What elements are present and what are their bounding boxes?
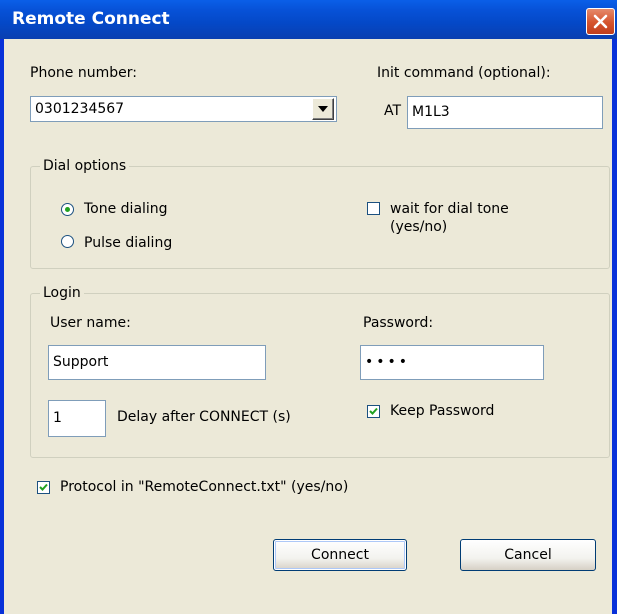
phone-number-value: 0301234567 [35, 101, 125, 117]
close-button[interactable] [586, 8, 615, 35]
phone-number-dropdown-button[interactable] [312, 98, 334, 120]
delay-value: 1 [53, 410, 62, 426]
connect-button[interactable]: Connect [273, 539, 407, 571]
pulse-dialing-label[interactable]: Pulse dialing [84, 235, 172, 251]
phone-number-label: Phone number: [30, 65, 137, 81]
password-value: •••• [365, 354, 411, 370]
user-name-input[interactable]: Support [48, 345, 266, 380]
radio-selected-dot [65, 207, 70, 212]
password-input[interactable]: •••• [360, 345, 544, 380]
init-command-prefix: AT [384, 103, 402, 119]
wait-dial-tone-label[interactable]: wait for dial tone [390, 201, 509, 217]
remote-connect-dialog: Remote Connect Phone number: 0301234567 … [0, 0, 617, 614]
cancel-button-label: Cancel [504, 547, 552, 563]
cancel-button[interactable]: Cancel [460, 539, 596, 571]
close-icon [593, 14, 608, 29]
tone-dialing-radio[interactable] [61, 203, 74, 216]
keep-password-checkbox[interactable] [367, 405, 380, 418]
keep-password-label[interactable]: Keep Password [390, 403, 494, 419]
init-command-value: M1L3 [412, 104, 450, 120]
window-frame-right [612, 39, 617, 614]
checkmark-icon [369, 407, 378, 415]
delay-label: Delay after CONNECT (s) [117, 409, 291, 425]
password-label: Password: [363, 315, 434, 331]
connect-button-label: Connect [311, 547, 369, 563]
protocol-checkbox[interactable] [37, 481, 50, 494]
tone-dialing-label[interactable]: Tone dialing [84, 201, 168, 217]
user-name-value: Support [53, 354, 109, 370]
init-command-input[interactable]: M1L3 [407, 96, 603, 129]
dial-options-group [30, 166, 610, 269]
dial-options-title: Dial options [40, 158, 130, 174]
window-title: Remote Connect [12, 9, 170, 29]
dialog-client-area: Phone number: 0301234567 Init command (o… [4, 39, 612, 614]
init-command-label: Init command (optional): [377, 65, 551, 81]
pulse-dialing-radio[interactable] [61, 235, 74, 248]
title-bar[interactable]: Remote Connect [0, 0, 617, 39]
user-name-label: User name: [50, 315, 131, 331]
delay-input[interactable]: 1 [48, 400, 106, 437]
login-title: Login [40, 285, 84, 301]
phone-number-combobox[interactable]: 0301234567 [30, 96, 337, 122]
wait-dial-tone-checkbox[interactable] [367, 202, 380, 215]
chevron-down-icon [318, 106, 328, 112]
checkmark-icon [39, 483, 48, 491]
wait-dial-tone-label-suffix[interactable]: (yes/no) [390, 219, 447, 235]
protocol-label[interactable]: Protocol in "RemoteConnect.txt" (yes/no) [60, 479, 348, 495]
